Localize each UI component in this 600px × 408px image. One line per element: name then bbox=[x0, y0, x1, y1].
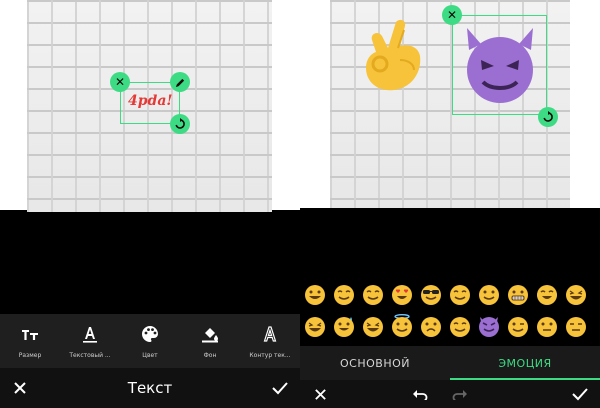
grinning-emoji[interactable] bbox=[300, 282, 329, 306]
photo-canvas[interactable]: 4pda! ✕ bbox=[0, 0, 300, 212]
delete-sticker-icon[interactable]: ✕ bbox=[442, 5, 462, 25]
cancel-button[interactable] bbox=[0, 368, 40, 408]
bottom-action-bar bbox=[300, 380, 600, 408]
smile-emoji[interactable] bbox=[474, 282, 503, 306]
blush-emoji[interactable] bbox=[445, 314, 474, 338]
sticker-editor-screen: ✕ ОСНОВНОЙ ЭМОЦИЯ bbox=[300, 0, 600, 408]
heart-eyes-emoji[interactable] bbox=[387, 282, 416, 306]
screen-title: Текст bbox=[127, 379, 173, 397]
tab-emotion[interactable]: ЭМОЦИЯ bbox=[450, 346, 600, 380]
tool-outline[interactable]: Контур тек... bbox=[240, 314, 300, 368]
sunglasses-emoji[interactable] bbox=[416, 282, 445, 306]
tab-basic[interactable]: ОСНОВНОЙ bbox=[300, 346, 450, 380]
expressionless-emoji[interactable] bbox=[561, 314, 590, 338]
fill-bucket-icon bbox=[201, 324, 219, 344]
close-icon bbox=[314, 388, 326, 400]
edit-pencil-icon[interactable] bbox=[170, 72, 190, 92]
ok-hand-emoji[interactable] bbox=[360, 16, 430, 98]
tool-size-label: Размер bbox=[18, 352, 42, 359]
close-icon bbox=[14, 382, 26, 394]
text-tools-toolbar: Размер Текстовый ... Цвет Фон Контур тек… bbox=[0, 314, 300, 368]
checkmark-icon bbox=[572, 388, 588, 401]
laughing-emoji[interactable] bbox=[561, 282, 590, 306]
joy-emoji[interactable] bbox=[532, 282, 561, 306]
redo-icon bbox=[452, 390, 467, 400]
smirk-emoji[interactable] bbox=[445, 282, 474, 306]
rotate-icon[interactable] bbox=[538, 107, 558, 127]
wink-emoji[interactable] bbox=[503, 314, 532, 338]
emoji-category-tabs: ОСНОВНОЙ ЭМОЦИЯ bbox=[300, 346, 600, 380]
palette-icon bbox=[141, 324, 159, 344]
undo-icon bbox=[413, 390, 428, 400]
grin-emoji[interactable] bbox=[300, 314, 329, 338]
text-size-icon bbox=[21, 324, 39, 344]
tool-font-label: Текстовый ... bbox=[69, 352, 111, 359]
delete-sticker-icon[interactable]: ✕ bbox=[110, 72, 130, 92]
yum-emoji[interactable] bbox=[329, 282, 358, 306]
emoji-row bbox=[300, 280, 600, 308]
emoji-row bbox=[300, 312, 600, 340]
text-outline-icon bbox=[262, 324, 278, 344]
tool-outline-label: Контур тек... bbox=[249, 352, 291, 359]
grimacing-emoji[interactable] bbox=[503, 282, 532, 306]
text-editor-screen: 4pda! ✕ Размер Текстовый ... Цвет Фон Ко… bbox=[0, 0, 300, 408]
cancel-button[interactable] bbox=[300, 380, 340, 408]
undo-button[interactable] bbox=[400, 380, 440, 408]
photo-canvas[interactable]: ✕ bbox=[300, 0, 600, 208]
worried-emoji[interactable] bbox=[416, 314, 445, 338]
emoji-picker bbox=[300, 280, 600, 342]
tool-background-label: Фон bbox=[203, 352, 217, 359]
tool-font[interactable]: Текстовый ... bbox=[60, 314, 120, 368]
font-icon bbox=[82, 324, 98, 344]
smiling-devil-emoji[interactable] bbox=[461, 24, 539, 104]
tool-background[interactable]: Фон bbox=[180, 314, 240, 368]
smiling-imp-emoji[interactable] bbox=[474, 314, 503, 338]
redo-button[interactable] bbox=[440, 380, 480, 408]
apply-button[interactable] bbox=[560, 380, 600, 408]
checkmark-icon bbox=[272, 382, 288, 395]
tool-color-label: Цвет bbox=[142, 352, 158, 359]
neutral-emoji[interactable] bbox=[532, 314, 561, 338]
sticker-text[interactable]: 4pda! bbox=[128, 93, 173, 109]
apply-button[interactable] bbox=[260, 368, 300, 408]
tool-size[interactable]: Размер bbox=[0, 314, 60, 368]
relieved-emoji[interactable] bbox=[358, 282, 387, 306]
tool-color[interactable]: Цвет bbox=[120, 314, 180, 368]
sweat-smile-emoji[interactable] bbox=[329, 314, 358, 338]
innocent-emoji[interactable] bbox=[387, 314, 416, 338]
laughing-closed-emoji[interactable] bbox=[358, 314, 387, 338]
bottom-action-bar: Текст bbox=[0, 368, 300, 408]
rotate-icon[interactable] bbox=[170, 114, 190, 134]
emoji-sticker-selection[interactable] bbox=[452, 15, 547, 115]
